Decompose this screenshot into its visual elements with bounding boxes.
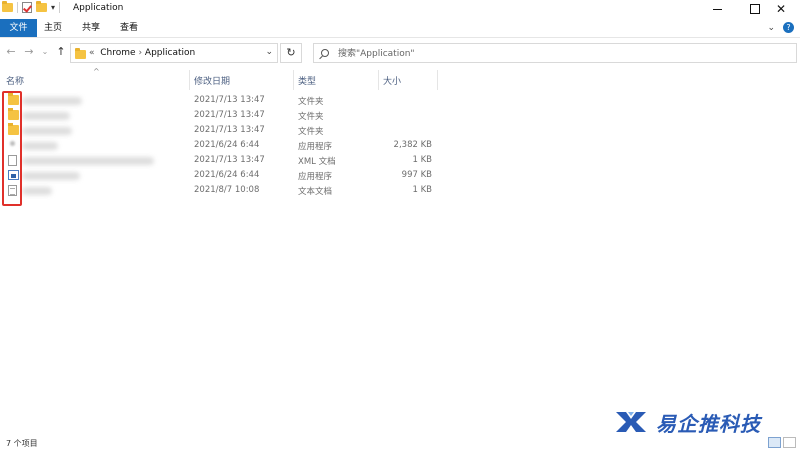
file-type: 应用程序 bbox=[298, 172, 333, 182]
search-icon bbox=[321, 49, 329, 57]
recent-locations-icon[interactable]: ⌄ bbox=[38, 45, 52, 59]
table-row[interactable]: 2021/8/7 10:08 文本文档 1 KB bbox=[0, 183, 800, 198]
date-modified: 2021/6/24 6:44 bbox=[194, 170, 260, 180]
file-name-redacted bbox=[22, 157, 154, 165]
file-type: 文本文档 bbox=[298, 187, 333, 197]
date-modified: 2021/7/13 13:47 bbox=[194, 125, 265, 135]
table-row[interactable]: 2021/6/24 6:44 应用程序 997 KB bbox=[0, 168, 800, 183]
highlight-annotation bbox=[2, 91, 22, 206]
table-row[interactable]: 2021/7/13 13:47 XML 文档 1 KB bbox=[0, 153, 800, 168]
date-modified: 2021/6/24 6:44 bbox=[194, 140, 260, 150]
large-icons-view-icon[interactable] bbox=[783, 437, 796, 448]
quick-access-toolbar: ▾ bbox=[2, 1, 61, 13]
address-dropdown-icon[interactable]: ⌄ bbox=[265, 47, 273, 57]
search-box[interactable] bbox=[313, 43, 797, 63]
breadcrumb: « Chrome › Application bbox=[89, 48, 195, 58]
title-bar: ▾ Application ✕ bbox=[0, 0, 800, 18]
divider bbox=[17, 2, 18, 13]
column-type[interactable]: 类型 bbox=[298, 74, 316, 87]
table-row[interactable]: 2021/7/13 13:47 文件夹 bbox=[0, 123, 800, 138]
file-name-redacted bbox=[22, 97, 82, 105]
folder-icon bbox=[75, 48, 86, 59]
column-divider[interactable] bbox=[378, 70, 379, 90]
overflow-chevron[interactable]: « bbox=[89, 48, 95, 58]
file-type: 文件夹 bbox=[298, 97, 324, 107]
file-name-redacted bbox=[22, 127, 72, 135]
watermark-logo-icon bbox=[616, 412, 646, 432]
date-modified: 2021/8/7 10:08 bbox=[194, 185, 260, 195]
properties-icon[interactable] bbox=[22, 2, 32, 13]
forward-arrow-icon[interactable]: → bbox=[22, 45, 36, 59]
breadcrumb-item-chrome[interactable]: Chrome bbox=[100, 48, 135, 58]
tab-view[interactable]: 查看 bbox=[114, 19, 144, 37]
item-count: 7 个项目 bbox=[6, 439, 38, 448]
file-name-redacted bbox=[22, 112, 70, 120]
refresh-button[interactable]: ↻ bbox=[280, 43, 302, 63]
column-size[interactable]: 大小 bbox=[383, 74, 401, 87]
column-divider[interactable] bbox=[293, 70, 294, 90]
address-bar[interactable]: « Chrome › Application ⌄ bbox=[70, 43, 278, 63]
tab-file[interactable]: 文件 bbox=[0, 19, 37, 37]
file-size: 1 KB bbox=[412, 185, 432, 195]
column-divider[interactable] bbox=[437, 70, 438, 90]
date-modified: 2021/7/13 13:47 bbox=[194, 110, 265, 120]
file-name-redacted bbox=[22, 187, 52, 195]
expand-ribbon-icon[interactable]: ⌄ bbox=[767, 23, 775, 33]
search-input[interactable] bbox=[338, 47, 778, 60]
column-divider[interactable] bbox=[189, 70, 190, 90]
column-name[interactable]: 名称 bbox=[6, 74, 24, 87]
watermark: 易企推科技 bbox=[600, 404, 800, 440]
breadcrumb-separator: › bbox=[138, 48, 143, 58]
ribbon-controls: ⌄ ? bbox=[767, 22, 794, 33]
customize-quick-access-icon[interactable]: ▾ bbox=[51, 3, 55, 13]
watermark-text: 易企推科技 bbox=[656, 412, 761, 436]
navigation-bar: ← → ⌄ ↑ « Chrome › Application ⌄ ↻ bbox=[0, 40, 800, 66]
tab-home[interactable]: 主页 bbox=[38, 19, 68, 37]
table-row[interactable]: 2021/7/13 13:47 文件夹 bbox=[0, 108, 800, 123]
column-date-modified[interactable]: 修改日期 bbox=[194, 74, 230, 87]
date-modified: 2021/7/13 13:47 bbox=[194, 95, 265, 105]
folder-icon bbox=[2, 1, 13, 12]
up-arrow-icon[interactable]: ↑ bbox=[54, 45, 68, 59]
tab-share[interactable]: 共享 bbox=[76, 19, 106, 37]
divider bbox=[59, 2, 61, 13]
window-title: Application bbox=[73, 3, 124, 13]
file-size: 1 KB bbox=[412, 155, 432, 165]
file-name-redacted bbox=[22, 172, 80, 180]
close-button[interactable]: ✕ bbox=[762, 0, 800, 18]
minimize-button[interactable] bbox=[698, 0, 736, 18]
file-name-redacted bbox=[22, 142, 58, 150]
help-icon[interactable]: ? bbox=[783, 22, 794, 33]
new-folder-icon[interactable] bbox=[36, 1, 47, 12]
file-type: 应用程序 bbox=[298, 142, 333, 152]
ribbon: 文件 主页 共享 查看 ⌄ ? bbox=[0, 19, 800, 38]
status-bar: 7 个项目 bbox=[0, 437, 800, 451]
back-arrow-icon[interactable]: ← bbox=[4, 45, 18, 59]
details-view-icon[interactable] bbox=[768, 437, 781, 448]
file-size: 997 KB bbox=[401, 170, 432, 180]
table-row[interactable]: 2021/6/24 6:44 应用程序 2,382 KB bbox=[0, 138, 800, 153]
file-type: 文件夹 bbox=[298, 112, 324, 122]
breadcrumb-item-application[interactable]: Application bbox=[145, 48, 195, 58]
file-size: 2,382 KB bbox=[393, 140, 432, 150]
view-switcher bbox=[768, 437, 796, 448]
table-row[interactable]: 2021/7/13 13:47 文件夹 bbox=[0, 93, 800, 108]
sort-ascending-icon: ^ bbox=[93, 67, 100, 76]
file-type: XML 文档 bbox=[298, 157, 336, 167]
column-header-row: ^ 名称 修改日期 类型 大小 bbox=[0, 67, 800, 90]
file-type: 文件夹 bbox=[298, 127, 324, 137]
date-modified: 2021/7/13 13:47 bbox=[194, 155, 265, 165]
